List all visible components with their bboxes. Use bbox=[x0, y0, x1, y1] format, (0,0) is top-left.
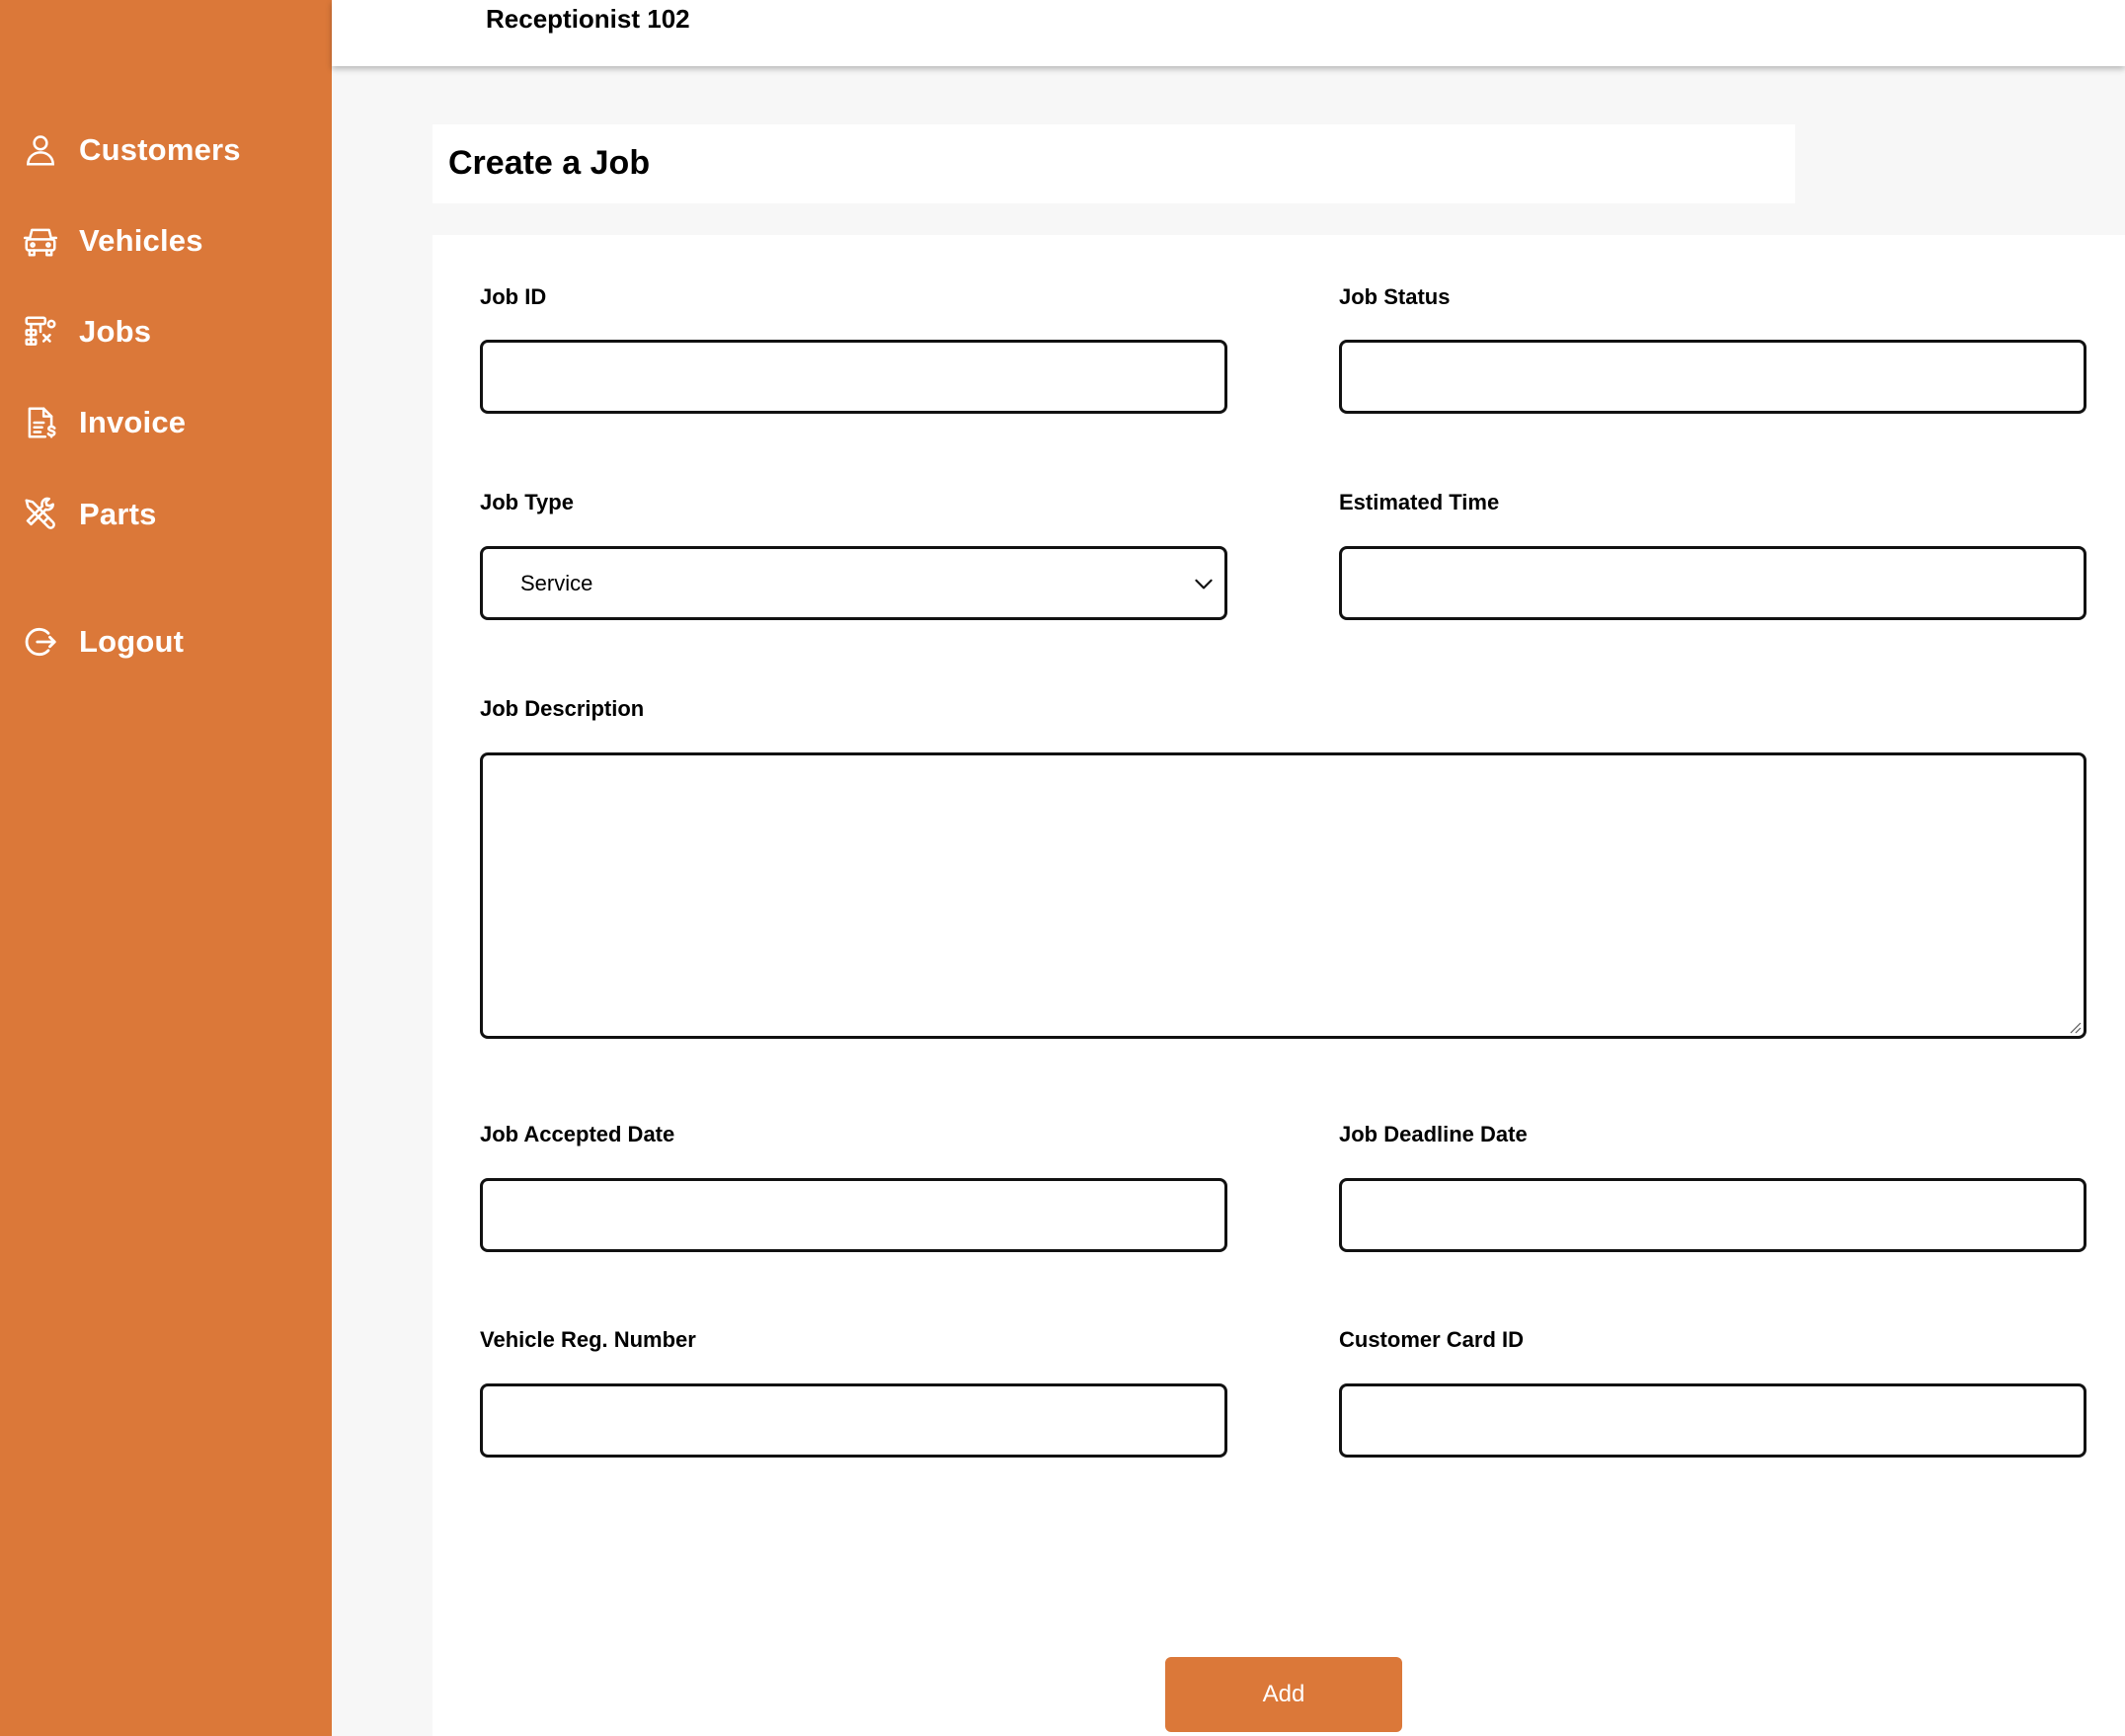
user-icon bbox=[27, 135, 54, 166]
job-deadline-date-input[interactable] bbox=[1339, 1178, 2086, 1252]
user-name: Receptionist 102 bbox=[486, 4, 690, 34]
estimated-time-label: Estimated Time bbox=[1339, 490, 1500, 514]
customer-card-id-label: Customer Card ID bbox=[1339, 1327, 1525, 1352]
sidebar-item-invoice[interactable]: Invoice bbox=[22, 393, 186, 452]
sidebar-item-label: Invoice bbox=[79, 405, 187, 439]
top-bar: Receptionist 102 bbox=[332, 0, 2125, 66]
job-type-label: Job Type bbox=[480, 490, 574, 514]
logout-button[interactable]: Logout bbox=[22, 612, 184, 671]
sidebar-item-label: Customers bbox=[79, 132, 241, 167]
create-job-form: Job ID Job Status Job Type Service Estim… bbox=[433, 235, 2125, 1736]
chevron-down-icon bbox=[1195, 579, 1213, 590]
sidebar-item-label: Vehicles bbox=[79, 223, 203, 258]
car-icon bbox=[23, 228, 58, 257]
page-title-card: Create a Job bbox=[433, 124, 1795, 203]
customer-card-id-input[interactable] bbox=[1339, 1383, 2086, 1458]
sidebar-item-customers[interactable]: Customers bbox=[22, 120, 241, 180]
job-accepted-date-input[interactable] bbox=[480, 1178, 1227, 1252]
sidebar-item-vehicles[interactable]: Vehicles bbox=[22, 211, 203, 271]
tools-icon bbox=[25, 497, 55, 529]
job-status-label: Job Status bbox=[1339, 284, 1451, 309]
vehicle-reg-number-label: Vehicle Reg. Number bbox=[480, 1327, 696, 1352]
sidebar-item-label: Jobs bbox=[79, 314, 152, 349]
logout-icon bbox=[25, 627, 56, 657]
add-button[interactable]: Add bbox=[1165, 1657, 1402, 1732]
job-description-textarea[interactable] bbox=[480, 752, 2086, 1039]
job-accepted-date-label: Job Accepted Date bbox=[480, 1122, 675, 1146]
vehicle-reg-number-input[interactable] bbox=[480, 1383, 1227, 1458]
sidebar-item-parts[interactable]: Parts bbox=[22, 485, 157, 544]
estimated-time-input[interactable] bbox=[1339, 546, 2086, 620]
job-type-select[interactable]: Service bbox=[480, 546, 1227, 620]
page-title: Create a Job bbox=[448, 144, 651, 182]
jobs-icon bbox=[25, 316, 56, 346]
sidebar-item-label: Parts bbox=[79, 497, 157, 531]
job-deadline-date-label: Job Deadline Date bbox=[1339, 1122, 1528, 1146]
resize-grip-icon[interactable] bbox=[2066, 1018, 2082, 1034]
job-description-label: Job Description bbox=[480, 696, 645, 721]
sidebar: Customers Vehicles Jobs Invoice Parts Lo… bbox=[0, 0, 332, 1736]
sidebar-item-jobs[interactable]: Jobs bbox=[22, 302, 151, 361]
job-id-input[interactable] bbox=[480, 340, 1227, 414]
logout-label: Logout bbox=[79, 624, 185, 659]
job-type-selected-value: Service bbox=[520, 570, 593, 595]
job-id-label: Job ID bbox=[480, 284, 547, 309]
invoice-icon bbox=[28, 407, 56, 438]
job-status-input[interactable] bbox=[1339, 340, 2086, 414]
